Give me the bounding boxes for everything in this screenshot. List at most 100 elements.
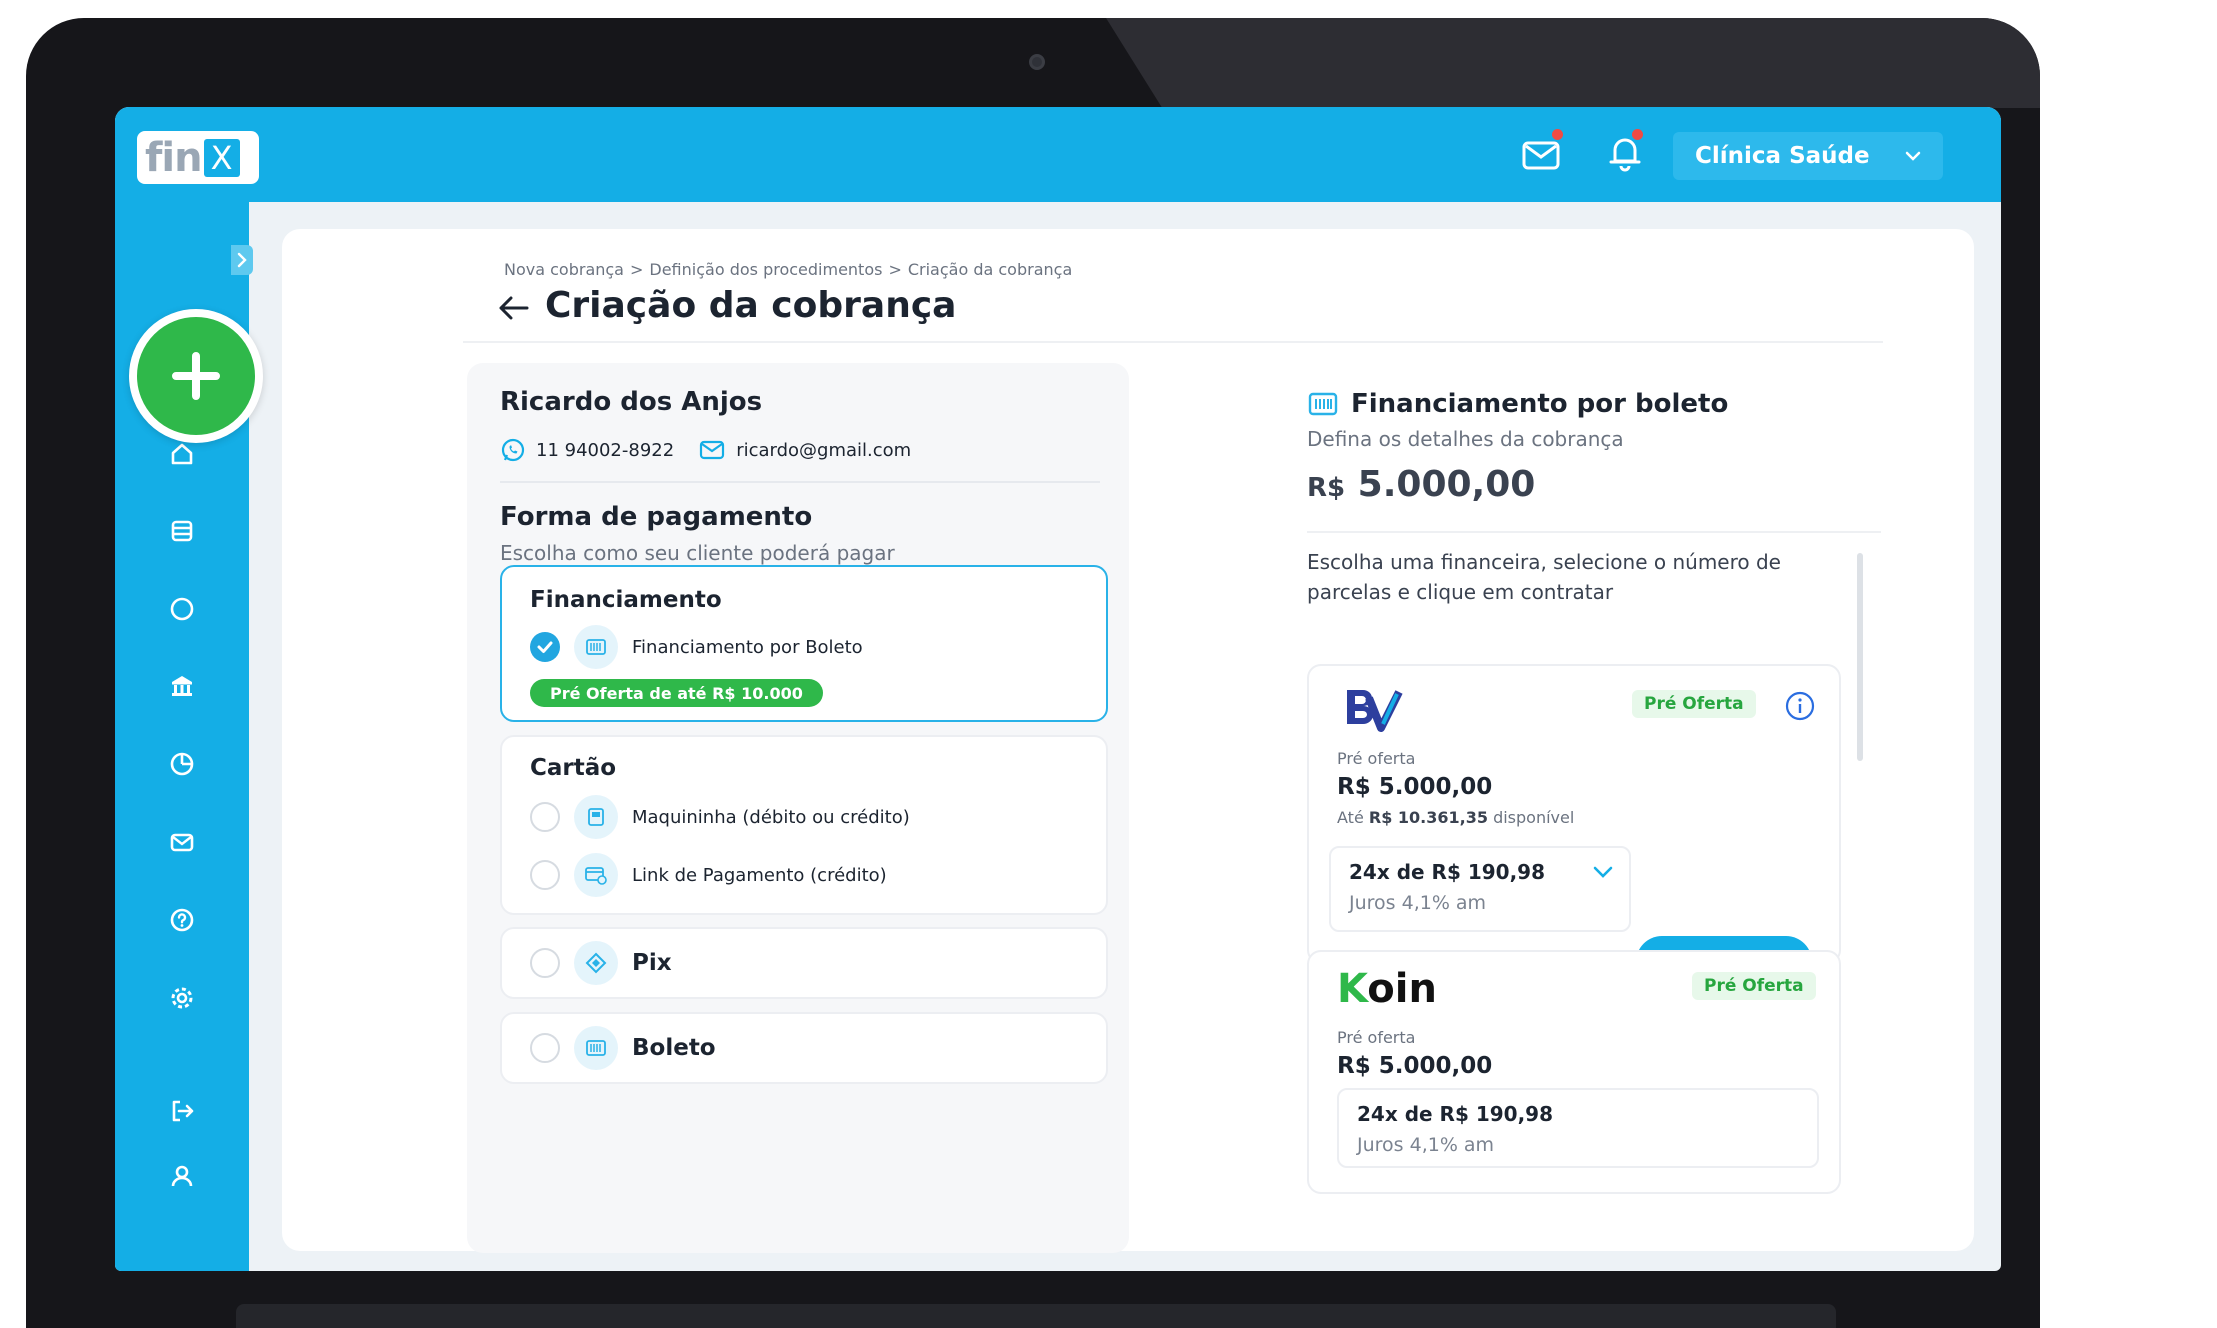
- available-suffix: disponível: [1493, 808, 1575, 827]
- card-machine-icon: [574, 795, 618, 839]
- breadcrumb: Nova cobrança > Definição dos procedimen…: [504, 260, 1072, 279]
- offer-card-bv: Pré Oferta Pré oferta R$ 5.000,00 Até R$…: [1307, 664, 1841, 964]
- koin-logo-text: oin: [1367, 966, 1437, 1012]
- barcode-icon: [574, 625, 618, 669]
- offers-scrollbar[interactable]: [1857, 553, 1863, 761]
- screen: fin X Clínica Saúde Nova cobrança > Defi…: [115, 107, 2001, 1271]
- installment-select[interactable]: 24x de R$ 190,98 Juros 4,1% am: [1337, 1088, 1819, 1168]
- plus-icon: [172, 352, 220, 400]
- bank-icon[interactable]: [167, 671, 197, 701]
- boleto-option-card[interactable]: Boleto: [500, 1012, 1108, 1084]
- breadcrumb-separator: >: [629, 260, 644, 279]
- mail-icon[interactable]: [167, 827, 197, 857]
- title-divider: [463, 341, 1883, 343]
- card-option-card: Cartão Maquininha (débito ou crédito) Li…: [500, 735, 1108, 915]
- camera: [1029, 54, 1045, 70]
- installment-interest: Juros 4,1% am: [1357, 1134, 1495, 1156]
- chevron-down-icon: [1905, 151, 1921, 161]
- circle-icon[interactable]: [167, 594, 197, 624]
- divider: [1307, 531, 1881, 533]
- clinic-selector[interactable]: Clínica Saúde: [1673, 132, 1943, 180]
- card-machine-radio[interactable]: [530, 802, 560, 832]
- user-icon[interactable]: [167, 1161, 197, 1191]
- laptop-base: [236, 1304, 1836, 1328]
- financing-panel-subtitle: Defina os detalhes da cobrança: [1307, 427, 1624, 451]
- payment-method-subtitle: Escolha como seu cliente poderá pagar: [500, 541, 895, 565]
- card-machine-option[interactable]: Maquininha (débito ou crédito): [530, 795, 910, 839]
- pix-radio[interactable]: [530, 948, 560, 978]
- client-email: ricardo@gmail.com: [736, 439, 912, 461]
- pre-offer-pill: Pré Oferta de até R$ 10.000: [530, 679, 823, 707]
- email-icon: [700, 440, 725, 460]
- chevron-down-icon: [1593, 866, 1613, 878]
- payment-link-label: Link de Pagamento (crédito): [632, 864, 887, 886]
- breadcrumb-separator: >: [888, 260, 902, 279]
- barcode-icon: [1308, 392, 1338, 416]
- bell-icon[interactable]: [1605, 129, 1647, 172]
- help-icon[interactable]: [167, 905, 197, 935]
- boleto-label: Boleto: [632, 1035, 716, 1061]
- boleto-radio[interactable]: [530, 1033, 560, 1063]
- mail-notification-dot: [1552, 129, 1563, 140]
- payment-link-option[interactable]: Link de Pagamento (crédito): [530, 853, 887, 897]
- pre-offer-badge: Pré Oferta: [1632, 690, 1756, 718]
- available-prefix: Até: [1337, 808, 1364, 827]
- offer-value: R$ 5.000,00: [1337, 1053, 1493, 1079]
- installment-interest: Juros 4,1% am: [1349, 892, 1487, 914]
- barcode-icon: [574, 1026, 618, 1070]
- financing-option-card[interactable]: Financiamento Financiamento por Boleto P…: [500, 565, 1108, 722]
- logo-text: fin: [145, 134, 203, 181]
- logo-x: X: [203, 138, 240, 177]
- installment-select[interactable]: 24x de R$ 190,98 Juros 4,1% am: [1329, 846, 1631, 932]
- breadcrumb-step-3: Criação da cobrança: [907, 260, 1073, 279]
- offer-label: Pré oferta: [1337, 1028, 1416, 1047]
- app-logo[interactable]: fin X: [137, 131, 259, 184]
- new-charge-button[interactable]: [129, 309, 263, 443]
- info-icon[interactable]: [1784, 690, 1816, 722]
- card-title: Cartão: [530, 755, 617, 781]
- page-title: Criação da cobrança: [545, 285, 957, 326]
- home-icon[interactable]: [167, 439, 197, 469]
- boleto-option[interactable]: Boleto: [530, 1026, 716, 1070]
- financing-instructions: Escolha uma financeira, selecione o núme…: [1307, 550, 1781, 604]
- clinic-name: Clínica Saúde: [1695, 143, 1870, 169]
- payment-link-icon: [574, 853, 618, 897]
- pix-option-card[interactable]: Pix: [500, 927, 1108, 999]
- financing-boleto-option[interactable]: Financiamento por Boleto: [530, 625, 863, 669]
- available-value: R$ 10.361,35: [1368, 808, 1488, 827]
- sidebar-collapse-button[interactable]: [231, 245, 253, 275]
- pix-icon: [574, 941, 618, 985]
- mail-icon[interactable]: [1521, 129, 1563, 173]
- koin-logo: Koin: [1337, 966, 1437, 1012]
- offer-available: Até R$ 10.361,35 disponível: [1337, 808, 1574, 827]
- payment-link-radio[interactable]: [530, 860, 560, 890]
- pix-label: Pix: [632, 950, 672, 976]
- charge-value: 5.000,00: [1357, 464, 1536, 505]
- breadcrumb-step-2[interactable]: Definição dos procedimentos: [649, 260, 882, 279]
- back-arrow-icon[interactable]: [497, 293, 531, 323]
- top-bar: fin X Clínica Saúde: [115, 107, 2001, 202]
- financing-panel-title: Financiamento por boleto: [1307, 389, 1728, 419]
- list-icon[interactable]: [167, 516, 197, 546]
- laptop-frame: fin X Clínica Saúde Nova cobrança > Defi…: [26, 18, 2040, 1328]
- bell-notification-dot: [1632, 129, 1643, 140]
- gear-icon[interactable]: [167, 983, 197, 1013]
- clock-icon[interactable]: [167, 749, 197, 779]
- client-contact: 11 94002-8922 ricardo@gmail.com: [500, 437, 911, 463]
- charge-amount: R$ 5.000,00: [1307, 464, 1535, 505]
- financing-boleto-radio[interactable]: [530, 632, 560, 662]
- card-machine-label: Maquininha (débito ou crédito): [632, 806, 910, 828]
- client-phone: 11 94002-8922: [536, 439, 675, 461]
- pix-option[interactable]: Pix: [530, 941, 672, 985]
- logout-icon[interactable]: [167, 1096, 197, 1126]
- breadcrumb-step-1[interactable]: Nova cobrança: [504, 260, 624, 279]
- payment-method-title: Forma de pagamento: [500, 502, 813, 532]
- installment-value: 24x de R$ 190,98: [1349, 860, 1545, 884]
- financing-panel-title-text: Financiamento por boleto: [1351, 389, 1729, 419]
- divider: [500, 481, 1100, 483]
- chevron-right-icon: [237, 252, 247, 268]
- financing-title: Financiamento: [530, 587, 722, 613]
- bv-logo: [1337, 684, 1407, 738]
- laptop-glare: [1106, 18, 2040, 108]
- offer-label: Pré oferta: [1337, 749, 1416, 768]
